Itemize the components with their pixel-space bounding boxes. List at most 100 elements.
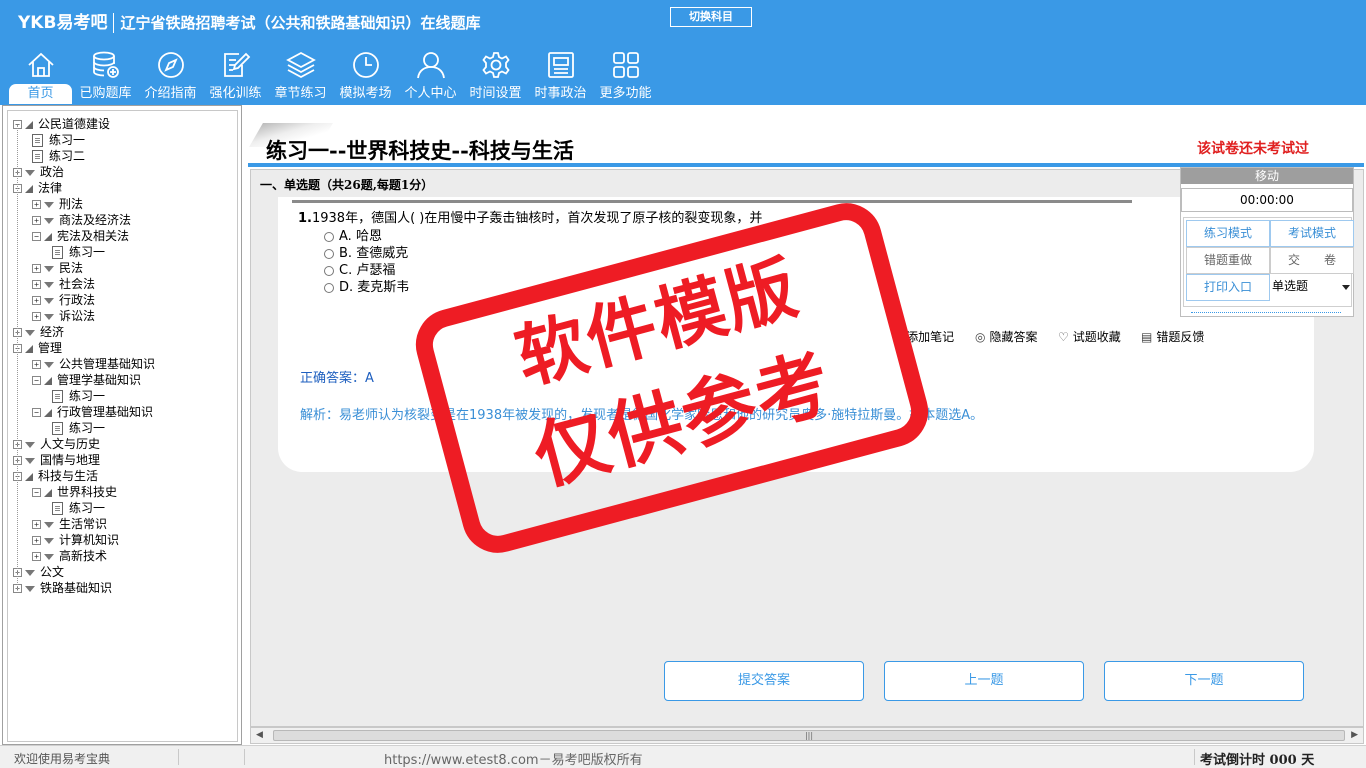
nav-current-affairs[interactable]: 时事政治: [528, 48, 593, 104]
tree-node[interactable]: + 计算机知识: [32, 532, 119, 548]
tree-leaf[interactable]: 练习二: [32, 148, 85, 164]
exam-mode-button[interactable]: 考试模式: [1270, 220, 1354, 247]
app-title: 辽宁省铁路招聘考试（公共和铁路基础知识）在线题库: [120, 14, 481, 32]
tree-node[interactable]: + 人文与历史: [13, 436, 100, 452]
status-welcome: 欢迎使用易考宝典: [14, 752, 111, 766]
option-d[interactable]: D. 麦克斯韦: [324, 276, 409, 295]
tree-leaf[interactable]: 练习一: [52, 420, 105, 436]
tree-node[interactable]: + 高新技术: [32, 548, 107, 564]
tree-node-label: 诉讼法: [59, 309, 96, 323]
tree-node[interactable]: + 国情与地理: [13, 452, 100, 468]
question-type-select[interactable]: 单选题: [1270, 274, 1354, 301]
collapse-icon[interactable]: −: [32, 408, 41, 417]
redo-wrong-button[interactable]: 错题重做: [1186, 247, 1270, 274]
expand-icon[interactable]: +: [32, 552, 41, 561]
scroll-thumb[interactable]: |||: [273, 730, 1345, 741]
nav-profile-label: 个人中心: [404, 86, 457, 101]
tree-node[interactable]: − 科技与生活: [13, 468, 98, 484]
nav-profile[interactable]: 个人中心: [398, 48, 463, 104]
tree-node[interactable]: + 生活常识: [32, 516, 107, 532]
question-bar: [292, 200, 1132, 203]
tree-node[interactable]: − 宪法及相关法: [32, 228, 129, 244]
tree-leaf[interactable]: 练习一: [52, 244, 105, 260]
add-note-button[interactable]: ✎ 添加笔记: [892, 328, 954, 345]
user-icon: [416, 52, 445, 79]
scroll-left-icon[interactable]: ◀: [256, 730, 263, 740]
collapse-icon[interactable]: −: [32, 376, 41, 385]
prev-question-button[interactable]: 上一题: [884, 661, 1084, 701]
tree-node[interactable]: − 管理: [13, 340, 62, 356]
radio-a[interactable]: [324, 231, 334, 242]
folder-triangle-icon: [44, 521, 54, 528]
favorite-button[interactable]: ♡ 试题收藏: [1058, 328, 1121, 345]
tree-node[interactable]: + 刑法: [32, 196, 83, 212]
tree-node-label: 社会法: [59, 277, 96, 291]
tree-node[interactable]: − 行政管理基础知识: [32, 404, 153, 420]
print-button[interactable]: 打印入口: [1186, 274, 1270, 301]
tree-leaf[interactable]: 练习一: [52, 388, 105, 404]
expand-icon[interactable]: +: [32, 520, 41, 529]
hand-in-button[interactable]: 交 卷: [1270, 247, 1354, 274]
radio-c[interactable]: [324, 265, 334, 276]
tree-node[interactable]: + 经济: [13, 324, 64, 340]
next-question-button[interactable]: 下一题: [1104, 661, 1304, 701]
switch-subject-button[interactable]: 切换科目: [670, 7, 752, 27]
nav-mock-exam[interactable]: 模拟考场: [333, 48, 398, 104]
tree-node[interactable]: − 公民道德建设: [13, 116, 110, 132]
horizontal-scrollbar[interactable]: ◀ ||| ▶: [250, 727, 1364, 744]
radio-b[interactable]: [324, 248, 334, 259]
tree-node[interactable]: − 世界科技史: [32, 484, 117, 500]
expand-icon[interactable]: +: [32, 536, 41, 545]
tree-node[interactable]: + 行政法: [32, 292, 95, 308]
folder-triangle-icon: [44, 281, 54, 288]
exam-status: 该试卷还未考试过: [1197, 141, 1309, 157]
folder-triangle-icon: [25, 169, 35, 176]
tree-node[interactable]: − 法律: [13, 180, 62, 196]
tree-node[interactable]: + 公文: [13, 564, 64, 580]
radio-d[interactable]: [324, 282, 334, 293]
tree-node[interactable]: + 铁路基础知识: [13, 580, 112, 596]
tree-node-label: 政治: [40, 165, 65, 179]
exam-timer: 00:00:00: [1181, 188, 1353, 212]
tree-node[interactable]: + 诉讼法: [32, 308, 95, 324]
tree-leaf[interactable]: 练习一: [32, 132, 85, 148]
expand-icon[interactable]: +: [32, 312, 41, 321]
tree-node[interactable]: + 政治: [13, 164, 64, 180]
database-icon: [92, 51, 119, 78]
nav-more[interactable]: 更多功能: [593, 48, 658, 104]
practice-mode-button[interactable]: 练习模式: [1186, 220, 1270, 247]
submit-answer-button[interactable]: 提交答案: [664, 661, 864, 701]
nav-time-settings[interactable]: 时间设置: [463, 48, 528, 104]
folder-triangle-icon: [44, 313, 54, 320]
logo: YKB易考吧: [18, 13, 108, 33]
collapse-icon[interactable]: −: [32, 488, 41, 497]
feedback-button[interactable]: ▤ 错题反馈: [1141, 328, 1204, 345]
nav-guide[interactable]: 介绍指南: [138, 48, 203, 104]
expand-icon[interactable]: +: [32, 296, 41, 305]
expand-icon[interactable]: +: [32, 200, 41, 209]
nav-chapter[interactable]: 章节练习: [268, 48, 333, 104]
folder-triangle-icon: [44, 537, 54, 544]
tree-node[interactable]: − 管理学基础知识: [32, 372, 141, 388]
home-icon: [27, 52, 54, 77]
nav-mock-exam-label: 模拟考场: [339, 86, 392, 101]
chapter-tree[interactable]: − 公民道德建设 练习一 练习二 + 政治 − 法律 + 刑法 + 商法及经济法 − 宪法及相关法 练习一 +…: [7, 110, 238, 742]
tree-node[interactable]: + 社会法: [32, 276, 95, 292]
scroll-right-icon[interactable]: ▶: [1351, 730, 1358, 740]
expand-icon[interactable]: +: [32, 264, 41, 273]
nav-training[interactable]: 强化训练: [203, 48, 268, 104]
hide-answer-button[interactable]: ◎ 隐藏答案: [975, 328, 1038, 345]
collapse-icon[interactable]: −: [32, 232, 41, 241]
expand-icon[interactable]: +: [32, 360, 41, 369]
tree-node[interactable]: + 公共管理基础知识: [32, 356, 155, 372]
panel-move-handle[interactable]: 移动: [1181, 168, 1353, 184]
tree-node[interactable]: + 商法及经济法: [32, 212, 131, 228]
expand-icon[interactable]: +: [32, 280, 41, 289]
tree-leaf[interactable]: 练习一: [52, 500, 105, 516]
expand-icon[interactable]: +: [32, 216, 41, 225]
favorite-label: 试题收藏: [1072, 330, 1121, 344]
feedback-label: 错题反馈: [1156, 330, 1205, 344]
tree-node[interactable]: + 民法: [32, 260, 83, 276]
nav-purchased[interactable]: 已购题库: [73, 48, 138, 104]
nav-home[interactable]: 首页: [8, 48, 73, 104]
